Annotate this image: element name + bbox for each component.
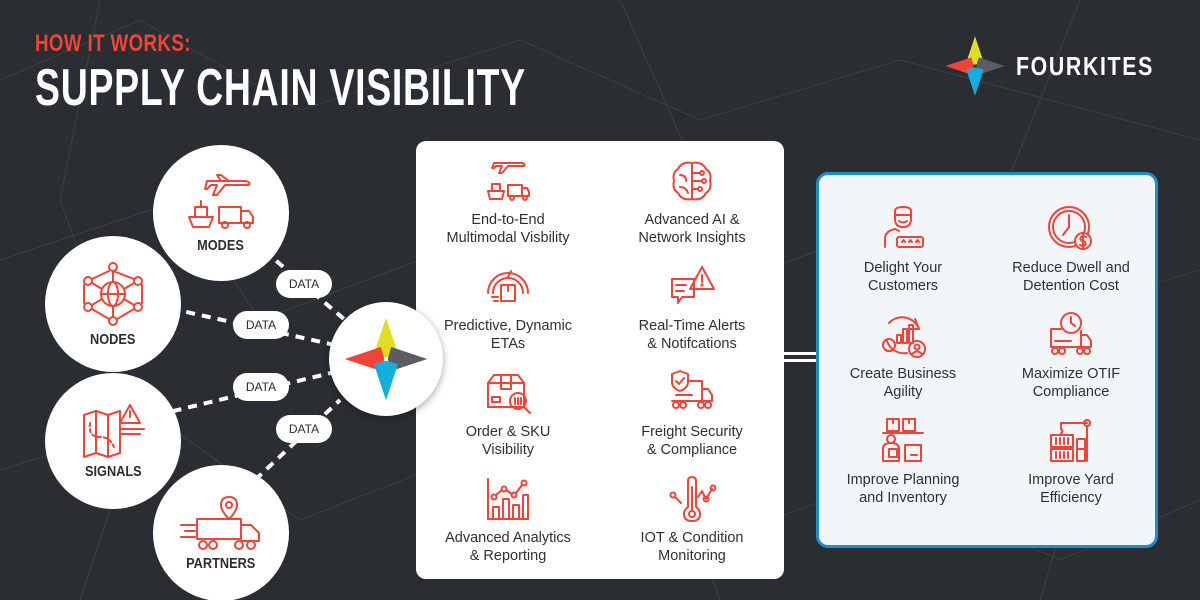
feature-predictive-etas: Predictive, Dynamic ETAs [416,257,600,363]
source-signals: SIGNALS [45,373,181,509]
data-pill-signals: DATA [233,373,289,401]
plane-ship-truck-icon [188,173,254,229]
source-nodes: NODES [45,236,181,372]
data-pill-partners: DATA [276,415,332,443]
feature-label: Predictive, Dynamic ETAs [443,318,573,352]
feature-label: Advanced AI & Network Insights [638,212,746,246]
feature-analytics-reporting: Advanced Analytics & Reporting [416,469,600,575]
benefit-label: Reduce Dwell and Detention Cost [1012,260,1130,294]
panel-link-line [784,359,816,362]
benefit-label: Delight Your Customers [863,260,943,294]
agility-cycle-icon [882,316,926,358]
truck-location-icon [180,495,260,550]
truck-clock-icon [1050,312,1092,355]
feature-order-sku: Order & SKU Visibility [416,363,600,469]
data-pill-modes: DATA [276,270,332,298]
benefit-label: Improve Yard Efficiency [1028,472,1114,506]
benefit-label: Maximize OTIF Compliance [1021,366,1121,400]
benefit-delight-customers: Delight Your Customers [819,199,987,305]
feature-label: Freight Security & Compliance [641,424,743,458]
feature-freight-security: Freight Security & Compliance [600,363,784,469]
clock-dollar-icon [1048,206,1092,250]
benefits-panel: Delight Your Customers Reduce Dwell and … [816,172,1158,548]
feature-iot-monitoring: IOT & Condition Monitoring [600,469,784,575]
benefit-reduce-dwell: Reduce Dwell and Detention Cost [987,199,1155,305]
feature-label: IOT & Condition Monitoring [640,530,744,564]
speedometer-package-icon [487,270,529,302]
benefits-grid: Delight Your Customers Reduce Dwell and … [819,199,1155,517]
fourkites-hub-logo-icon [344,317,428,401]
benefit-otif-compliance: Maximize OTIF Compliance [987,305,1155,411]
bar-line-chart-icon [487,478,529,520]
ai-brain-icon [672,161,712,201]
warehouse-worker-icon [882,418,924,462]
map-alert-icon [83,403,145,458]
feature-label: Real-Time Alerts & Notifcations [638,318,746,352]
features-panel: End-to-End Multimodal Visbility Advanced… [416,141,784,579]
shield-truck-icon [671,370,713,409]
benefit-label: Create Business Agility [849,366,957,400]
data-pill-nodes: DATA [233,311,289,339]
chat-alert-icon [671,266,715,304]
feature-ai-insights: Advanced AI & Network Insights [600,151,784,257]
source-label: PARTNERS [186,554,256,572]
source-modes: MODES [153,145,289,281]
features-grid: End-to-End Multimodal Visbility Advanced… [416,151,784,575]
benefit-yard-efficiency: Improve Yard Efficiency [987,411,1155,517]
source-partners: PARTNERS [153,465,289,600]
thermometer-graph-icon [669,476,716,522]
source-label: SIGNALS [84,462,142,480]
feature-label: Advanced Analytics & Reporting [445,530,571,564]
crane-containers-icon [1050,419,1091,462]
multimodal-icon [487,162,530,201]
globe-network-icon [83,261,143,326]
feature-multimodal: End-to-End Multimodal Visbility [416,151,600,257]
source-label: NODES [90,330,136,348]
box-search-icon [487,374,531,414]
source-label: MODES [197,236,245,254]
feature-label: Order & SKU Visibility [465,424,551,458]
benefit-business-agility: Create Business Agility [819,305,987,411]
customer-rating-icon [884,206,924,248]
panel-link-line [784,352,816,355]
platform-hub [329,302,443,416]
benefit-label: Improve Planning and Inventory [846,472,960,506]
feature-label: End-to-End Multimodal Visbility [446,212,570,246]
benefit-planning-inventory: Improve Planning and Inventory [819,411,987,517]
feature-realtime-alerts: Real-Time Alerts & Notifcations [600,257,784,363]
